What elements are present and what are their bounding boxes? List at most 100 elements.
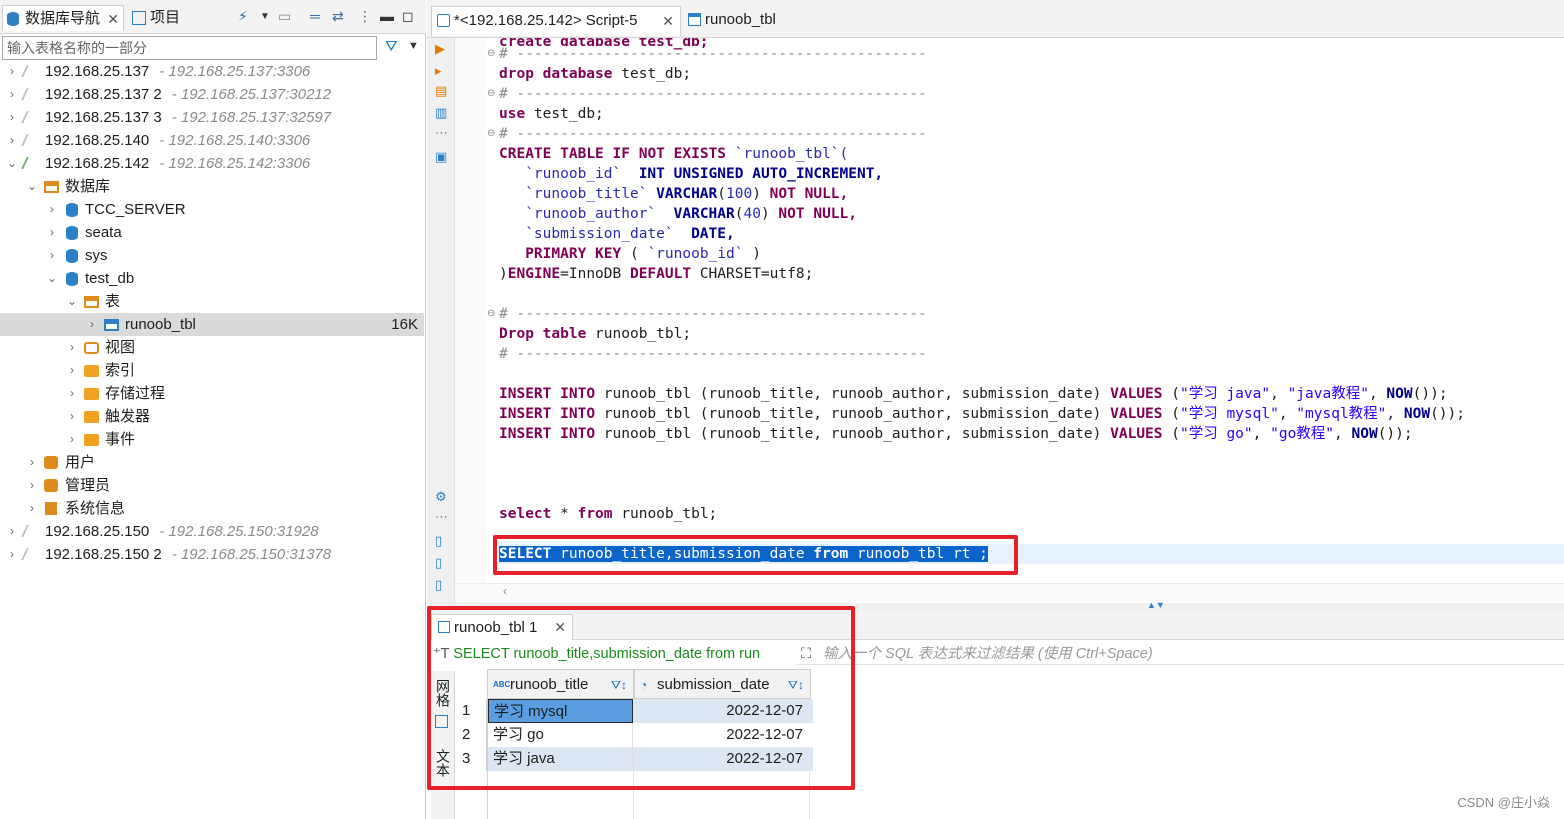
sort-filter-icon[interactable]: ⛛↕ bbox=[788, 670, 804, 700]
results-query-text[interactable]: ⁺T SELECT runoob_title,submission_date f… bbox=[433, 643, 793, 665]
view-tab-grid[interactable]: 网格 bbox=[434, 679, 452, 707]
tab-database-navigator[interactable]: 数据库导航 ✕ bbox=[2, 5, 124, 31]
table-row[interactable]: 2 学习 go 2022-12-07 bbox=[457, 723, 813, 747]
chevron-down-icon[interactable]: ▼ bbox=[408, 40, 419, 52]
grid-icon[interactable] bbox=[435, 715, 448, 728]
close-icon[interactable]: ✕ bbox=[662, 7, 674, 35]
chevron-right-icon[interactable]: › bbox=[46, 221, 58, 244]
selected-sql-text[interactable]: SELECT runoob_title,submission_date from… bbox=[499, 546, 988, 562]
chevron-right-icon[interactable]: › bbox=[66, 382, 78, 405]
execute-icon[interactable]: ▶ bbox=[435, 42, 448, 55]
chevron-right-icon[interactable]: › bbox=[66, 428, 78, 451]
sort-filter-icon[interactable]: ⛛↕ bbox=[611, 670, 627, 700]
chevron-right-icon[interactable]: › bbox=[26, 451, 38, 474]
tree-views-folder[interactable]: › 视图 bbox=[0, 336, 424, 359]
tab-script-5[interactable]: *<192.168.25.142> Script-5 ✕ bbox=[431, 6, 681, 36]
file-icon[interactable]: ▯ bbox=[435, 534, 448, 547]
fold-marker-icon[interactable]: ⊖ bbox=[487, 308, 495, 319]
chevron-right-icon[interactable]: › bbox=[6, 543, 18, 566]
tree-connection-137-3[interactable]: › 192.168.25.137 3 - 192.168.25.137:32597 bbox=[0, 106, 424, 129]
chevron-down-icon[interactable]: ⌄ bbox=[66, 290, 78, 313]
chevron-left-icon[interactable]: ‹ bbox=[503, 584, 507, 598]
minimize-icon[interactable]: ▬ bbox=[380, 8, 394, 24]
chevron-down-icon[interactable]: ▼ bbox=[260, 11, 270, 22]
explain-icon[interactable]: ▤ bbox=[435, 84, 448, 97]
settings-gear-icon[interactable]: ⚙ bbox=[435, 490, 448, 503]
table-row[interactable]: 3 学习 java 2022-12-07 bbox=[457, 747, 813, 771]
chevron-down-icon[interactable]: ⌄ bbox=[6, 152, 18, 175]
chevron-right-icon[interactable]: › bbox=[6, 129, 18, 152]
chevron-right-icon[interactable]: › bbox=[6, 83, 18, 106]
code-line-selected-query[interactable]: SELECT runoob_title,submission_date from… bbox=[499, 544, 988, 564]
tree-indexes-folder[interactable]: › 索引 bbox=[0, 359, 424, 382]
chevron-down-icon[interactable]: ⌄ bbox=[46, 267, 58, 290]
tree-triggers-folder[interactable]: › 触发器 bbox=[0, 405, 424, 428]
tree-connection-142[interactable]: ⌄ 192.168.25.142 - 192.168.25.142:3306 bbox=[0, 152, 424, 175]
chevron-right-icon[interactable]: › bbox=[6, 106, 18, 129]
cell-title[interactable]: 学习 mysql bbox=[488, 699, 633, 723]
chevron-down-icon[interactable]: ⌄ bbox=[26, 175, 38, 198]
cell-date[interactable]: 2022-12-07 bbox=[634, 747, 809, 771]
chevron-right-icon[interactable]: › bbox=[46, 244, 58, 267]
new-connection-icon[interactable]: ⚡ bbox=[238, 8, 248, 25]
tree-db-sys[interactable]: › sys bbox=[0, 244, 424, 267]
chevron-right-icon[interactable]: › bbox=[46, 198, 58, 221]
chevron-right-icon[interactable]: › bbox=[66, 405, 78, 428]
expand-icon[interactable]: ⛶ bbox=[801, 643, 811, 665]
cell-title[interactable]: 学习 java bbox=[488, 747, 633, 771]
tree-db-test-db[interactable]: ⌄ test_db bbox=[0, 267, 424, 290]
chevron-right-icon[interactable]: › bbox=[26, 474, 38, 497]
sql-editor-icon[interactable]: ▭ bbox=[278, 8, 291, 25]
horizontal-scrollbar[interactable]: ‹ bbox=[455, 583, 1564, 601]
tree-users-folder[interactable]: › 用户 bbox=[0, 451, 424, 474]
console-icon[interactable]: ▣ bbox=[435, 150, 448, 163]
tree-table-runoob-tbl[interactable]: › runoob_tbl 16K bbox=[0, 313, 424, 336]
cell-date[interactable]: 2022-12-07 bbox=[634, 723, 809, 747]
sql-editor[interactable]: create database test_db; ⊖ # -----------… bbox=[455, 38, 1564, 603]
chevron-right-icon[interactable]: › bbox=[66, 336, 78, 359]
execute-script-icon[interactable]: ▸ bbox=[435, 64, 448, 77]
table-row[interactable]: 1 学习 mysql 2022-12-07 bbox=[457, 699, 813, 723]
tab-results-runoob-tbl-1[interactable]: runoob_tbl 1 ✕ bbox=[431, 614, 573, 640]
column-header-runoob-title[interactable]: ABC runoob_title ⛛↕ bbox=[487, 669, 634, 699]
tree-connection-150-2[interactable]: › 192.168.25.150 2 - 192.168.25.150:31378 bbox=[0, 543, 424, 566]
chevron-right-icon[interactable]: › bbox=[6, 520, 18, 543]
maximize-results-icon[interactable]: ▲▼ bbox=[1147, 600, 1165, 610]
view-tab-text[interactable]: 文本 bbox=[434, 749, 452, 777]
collapse-all-icon[interactable]: ═ bbox=[310, 8, 320, 24]
chevron-right-icon[interactable]: › bbox=[66, 359, 78, 382]
editor-results-splitter[interactable]: ▲▼ bbox=[427, 600, 1564, 611]
column-header-submission-date[interactable]: ◔ submission_date ⛛↕ bbox=[634, 669, 811, 699]
chevron-right-icon[interactable]: › bbox=[26, 497, 38, 520]
chevron-right-icon[interactable]: › bbox=[6, 60, 18, 83]
tree-db-seata[interactable]: › seata bbox=[0, 221, 424, 244]
fold-marker-icon[interactable]: ⊖ bbox=[487, 128, 495, 139]
tree-databases-folder[interactable]: ⌄ 数据库 bbox=[0, 175, 424, 198]
tree-admin-folder[interactable]: › 管理员 bbox=[0, 474, 424, 497]
tree-procedures-folder[interactable]: › 存储过程 bbox=[0, 382, 424, 405]
tree-connection-150[interactable]: › 192.168.25.150 - 192.168.25.150:31928 bbox=[0, 520, 424, 543]
chevron-right-icon[interactable]: › bbox=[86, 313, 98, 336]
cell-title[interactable]: 学习 go bbox=[488, 723, 633, 747]
tab-runoob-tbl[interactable]: runoob_tbl bbox=[683, 6, 803, 36]
close-icon[interactable]: ✕ bbox=[554, 615, 566, 640]
cell-date[interactable]: 2022-12-07 bbox=[634, 699, 809, 723]
tree-sysinfo-folder[interactable]: › 系统信息 bbox=[0, 497, 424, 520]
tab-projects[interactable]: 项目 bbox=[128, 5, 208, 31]
fold-marker-icon[interactable]: ⊖ bbox=[487, 88, 495, 99]
tree-tables-folder[interactable]: ⌄ 表 bbox=[0, 290, 424, 313]
tree-connection-140[interactable]: › 192.168.25.140 - 192.168.25.140:3306 bbox=[0, 129, 424, 152]
filter-icon[interactable]: ⛛ bbox=[385, 38, 398, 55]
tree-db-tcc-server[interactable]: › TCC_SERVER bbox=[0, 198, 424, 221]
maximize-icon[interactable]: ◻ bbox=[402, 8, 414, 25]
results-filter-input[interactable]: ⛶ 输入一个 SQL 表达式来过滤结果 (使用 Ctrl+Space) bbox=[797, 643, 1564, 665]
export-icon[interactable]: ▯ bbox=[435, 556, 448, 569]
table-filter-input[interactable]: 输入表格名称的一部分 bbox=[2, 36, 377, 60]
link-editor-icon[interactable]: ⇄ bbox=[332, 8, 344, 25]
close-icon[interactable]: ✕ bbox=[107, 6, 119, 32]
fold-marker-icon[interactable]: ⊖ bbox=[487, 48, 495, 59]
tree-events-folder[interactable]: › 事件 bbox=[0, 428, 424, 451]
view-menu-icon[interactable]: ⋮ bbox=[358, 8, 372, 25]
tree-connection-137-2[interactable]: › 192.168.25.137 2 - 192.168.25.137:30212 bbox=[0, 83, 424, 106]
load-plan-icon[interactable]: ▥ bbox=[435, 106, 448, 119]
